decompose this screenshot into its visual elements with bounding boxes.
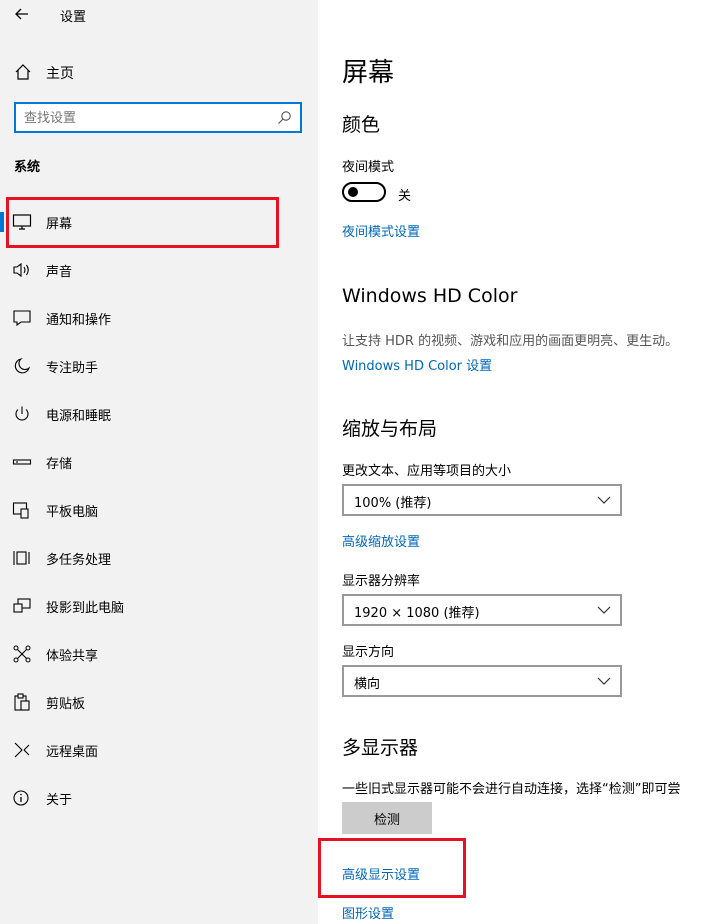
sidebar-item-shared-experiences[interactable]: 体验共享 — [0, 636, 318, 672]
notification-icon — [13, 310, 31, 327]
toggle-knob — [348, 187, 358, 197]
page-title: 屏幕 — [342, 58, 395, 88]
sidebar-item-remote-desktop[interactable]: 远程桌面 — [0, 732, 318, 768]
speaker-icon — [13, 262, 29, 278]
sidebar-item-home[interactable]: 主页 — [0, 56, 318, 86]
power-icon — [15, 406, 29, 421]
back-arrow-icon[interactable] — [10, 4, 34, 24]
section-heading-color: 颜色 — [342, 114, 381, 136]
highlight-box — [6, 197, 279, 248]
section-heading-scale: 缩放与布局 — [342, 418, 438, 440]
sidebar-item-label: 远程桌面 — [46, 745, 99, 760]
remote-icon — [14, 742, 30, 758]
sidebar-item-label: 声音 — [46, 265, 73, 280]
sidebar-item-label: 多任务处理 — [46, 553, 112, 568]
search-box[interactable] — [14, 102, 302, 133]
night-mode-toggle[interactable] — [342, 182, 386, 202]
detect-button[interactable]: 检测 — [342, 802, 432, 834]
orientation-dropdown[interactable]: 横向 — [342, 665, 622, 697]
scale-dropdown[interactable]: 100% (推荐) — [342, 484, 622, 516]
hdr-settings-link[interactable]: Windows HD Color 设置 — [342, 355, 492, 374]
sidebar-item-label: 通知和操作 — [46, 313, 112, 328]
text-size-label: 更改文本、应用等项目的大小 — [342, 464, 512, 479]
night-mode-settings-link[interactable]: 夜间模式设置 — [342, 221, 420, 240]
main-content: 屏幕 颜色 夜间模式 关 夜间模式设置 Windows HD Color 让支持… — [318, 0, 702, 924]
sidebar: 设置 主页 系统 屏幕 声音 通知和操作 专注助手 电源和睡眠 存储 — [0, 0, 318, 924]
advanced-scaling-link[interactable]: 高级缩放设置 — [342, 531, 420, 550]
resolution-label: 显示器分辨率 — [342, 574, 421, 589]
sidebar-item-label: 存储 — [46, 457, 73, 472]
moon-icon — [14, 358, 31, 374]
sidebar-item-storage[interactable]: 存储 — [0, 444, 318, 480]
section-heading-multi-display: 多显示器 — [342, 737, 419, 759]
multitask-icon — [13, 551, 30, 565]
sidebar-item-label: 剪贴板 — [46, 697, 86, 712]
sidebar-item-focus-assist[interactable]: 专注助手 — [0, 348, 318, 384]
sidebar-item-label: 专注助手 — [46, 361, 99, 376]
dropdown-value: 100% (推荐) — [354, 496, 432, 511]
search-input[interactable] — [24, 108, 264, 128]
sidebar-item-multitasking[interactable]: 多任务处理 — [0, 540, 318, 576]
hdr-description: 让支持 HDR 的视频、游戏和应用的画面更明亮、更生动。 — [342, 334, 679, 349]
orientation-label: 显示方向 — [342, 645, 395, 660]
sidebar-item-label: 平板电脑 — [46, 505, 99, 520]
sidebar-item-label: 主页 — [46, 66, 74, 82]
sidebar-item-power[interactable]: 电源和睡眠 — [0, 396, 318, 432]
share-icon — [13, 645, 31, 663]
section-label: 系统 — [14, 160, 41, 175]
app-title: 设置 — [60, 10, 87, 25]
dropdown-value: 横向 — [354, 677, 381, 692]
chevron-down-icon — [597, 677, 611, 685]
sidebar-item-label: 体验共享 — [46, 649, 99, 664]
sidebar-item-tablet[interactable]: 平板电脑 — [0, 492, 318, 528]
highlight-box — [318, 838, 466, 898]
sidebar-item-label: 关于 — [46, 793, 73, 808]
sidebar-item-label: 电源和睡眠 — [46, 409, 112, 424]
night-mode-label: 夜间模式 — [342, 160, 395, 175]
tablet-icon — [12, 502, 29, 519]
graphics-settings-link[interactable]: 图形设置 — [342, 903, 394, 922]
sidebar-item-clipboard[interactable]: 剪贴板 — [0, 684, 318, 720]
section-heading-hdr: Windows HD Color — [342, 285, 518, 307]
search-icon[interactable] — [277, 110, 292, 125]
toggle-state-label: 关 — [398, 189, 412, 204]
sidebar-item-notifications[interactable]: 通知和操作 — [0, 300, 318, 336]
sidebar-item-sound[interactable]: 声音 — [0, 252, 318, 288]
home-icon — [15, 64, 31, 80]
chevron-down-icon — [597, 606, 611, 614]
chevron-down-icon — [597, 496, 611, 504]
clipboard-icon — [14, 693, 30, 711]
dropdown-value: 1920 × 1080 (推荐) — [354, 606, 480, 621]
info-icon — [13, 790, 29, 806]
sidebar-item-project[interactable]: 投影到此电脑 — [0, 588, 318, 624]
sidebar-item-about[interactable]: 关于 — [0, 780, 318, 816]
project-icon — [13, 598, 31, 613]
resolution-dropdown[interactable]: 1920 × 1080 (推荐) — [342, 594, 622, 626]
multi-display-description: 一些旧式显示器可能不会进行自动连接，选择“检测”即可尝 — [342, 782, 681, 797]
sidebar-item-label: 投影到此电脑 — [46, 601, 125, 616]
storage-icon — [12, 459, 32, 465]
